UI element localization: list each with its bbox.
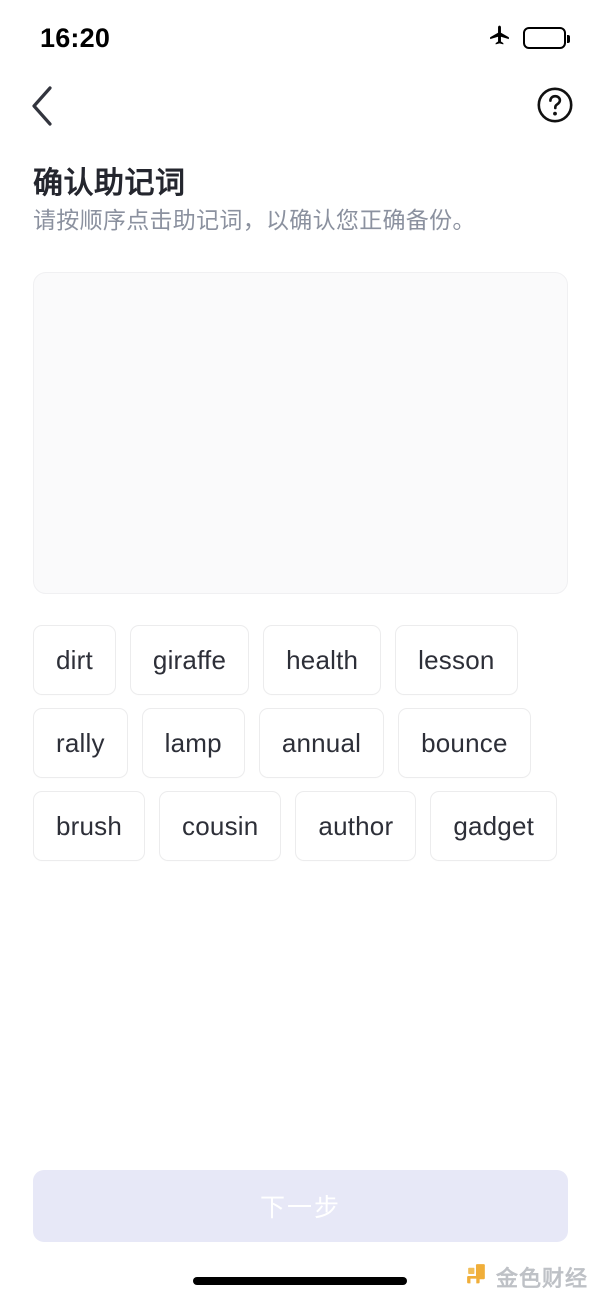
phone-screen: 16:20 确认助记词 请按顺序点击助记词，以确认您正确备份。 dirt gir… bbox=[0, 0, 600, 1299]
back-button[interactable] bbox=[14, 80, 70, 136]
watermark: 金色财经 bbox=[464, 1261, 588, 1293]
selected-words-container bbox=[34, 273, 567, 305]
home-indicator bbox=[193, 1277, 407, 1285]
battery-low-power-icon bbox=[523, 27, 570, 49]
word-chip[interactable]: lamp bbox=[141, 708, 245, 778]
help-button[interactable] bbox=[528, 80, 582, 134]
word-chip[interactable]: lesson bbox=[395, 625, 518, 695]
jinse-logo-icon bbox=[464, 1262, 489, 1292]
word-chip[interactable]: brush bbox=[33, 791, 146, 861]
navigation-bar bbox=[0, 72, 600, 142]
page-title: 确认助记词 bbox=[33, 167, 186, 200]
chevron-left-icon bbox=[29, 85, 55, 132]
word-chip[interactable]: health bbox=[263, 625, 382, 695]
word-chip[interactable]: cousin bbox=[159, 791, 282, 861]
word-chip[interactable]: author bbox=[295, 791, 417, 861]
word-chip[interactable]: gadget bbox=[430, 791, 558, 861]
word-chip[interactable]: bounce bbox=[398, 708, 531, 778]
page-subtitle: 请按顺序点击助记词，以确认您正确备份。 bbox=[33, 207, 476, 233]
word-bank: dirt giraffe health lesson rally lamp annual bo… bbox=[33, 625, 573, 861]
status-bar: 16:20 bbox=[0, 0, 600, 72]
status-bar-clock: 16:20 bbox=[40, 22, 111, 53]
word-chip[interactable]: dirt bbox=[33, 625, 116, 695]
question-mark-circle-icon bbox=[536, 86, 574, 129]
selected-mnemonic-card[interactable] bbox=[33, 272, 568, 594]
watermark-text: 金色财经 bbox=[495, 1266, 588, 1291]
word-chip[interactable]: giraffe bbox=[129, 625, 250, 695]
word-chip[interactable]: rally bbox=[33, 708, 128, 778]
word-chip[interactable]: annual bbox=[258, 708, 385, 778]
status-bar-indicators bbox=[487, 23, 570, 53]
airplane-mode-icon bbox=[487, 23, 512, 53]
next-step-button[interactable]: 下一步 bbox=[33, 1170, 568, 1242]
